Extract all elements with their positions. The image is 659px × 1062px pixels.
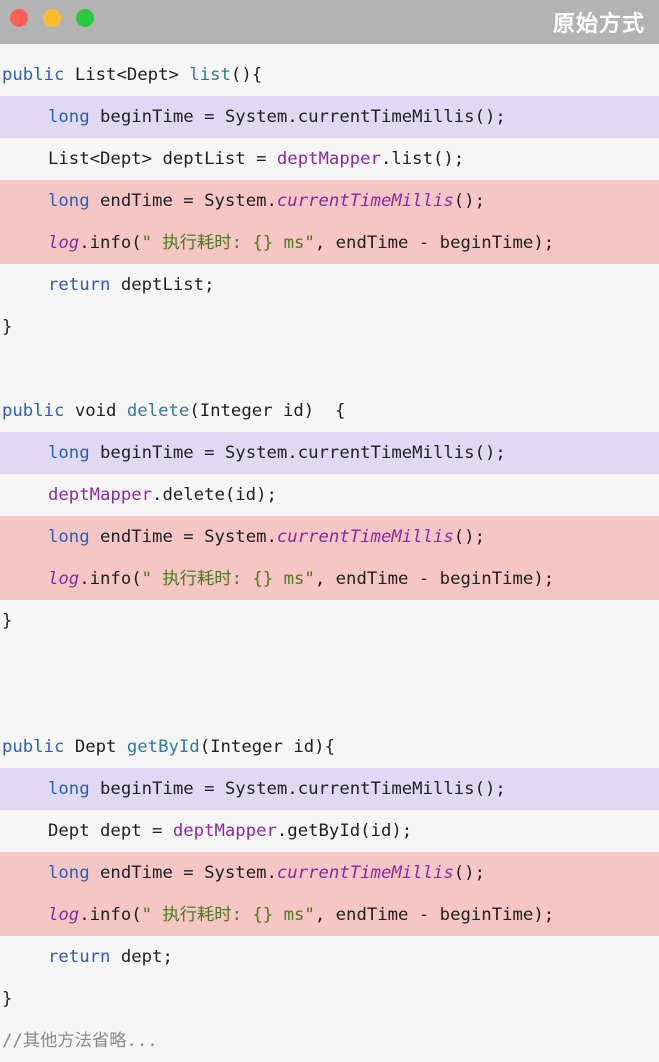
code-line-return: return dept; <box>0 936 659 978</box>
code-text: (); <box>453 863 485 883</box>
code-text: beginTime = System.currentTimeMillis(); <box>89 107 506 127</box>
code-line-begin-time: long beginTime = System.currentTimeMilli… <box>0 96 659 138</box>
title-bar: 原始方式 <box>0 0 659 44</box>
code-line-statement: List<Dept> deptList = deptMapper.list(); <box>0 138 659 180</box>
code-text: endTime = System. <box>89 527 277 547</box>
maximize-button[interactable] <box>76 9 94 27</box>
code-text: .list(); <box>380 149 465 169</box>
window-title: 原始方式 <box>552 12 645 37</box>
keyword: public <box>2 401 65 421</box>
code-line-statement: deptMapper.delete(id); <box>0 474 659 516</box>
code-text: (); <box>453 191 485 211</box>
close-button[interactable] <box>10 9 28 27</box>
code-text: beginTime = System.currentTimeMillis(); <box>89 443 506 463</box>
code-editor: public List<Dept> list(){ long beginTime… <box>0 54 659 1062</box>
string-literal: " 执行耗时: {} ms" <box>141 233 315 253</box>
string-literal: " 执行耗时: {} ms" <box>141 569 315 589</box>
code-line-log: log.info(" 执行耗时: {} ms", endTime - begin… <box>0 222 659 264</box>
static-method: currentTimeMillis <box>276 863 454 883</box>
keyword: public <box>2 65 65 85</box>
return-type: void <box>64 401 127 421</box>
field-reference: deptMapper <box>172 821 277 841</box>
keyword: return <box>48 275 111 295</box>
keyword: public <box>2 737 65 757</box>
code-line-log: log.info(" 执行耗时: {} ms", endTime - begin… <box>0 558 659 600</box>
code-text: .info( <box>79 905 142 925</box>
return-type: List<Dept> <box>64 65 190 85</box>
code-text: .delete(id); <box>152 485 277 505</box>
code-line-log: log.info(" 执行耗时: {} ms", endTime - begin… <box>0 894 659 936</box>
code-line-begin-time: long beginTime = System.currentTimeMilli… <box>0 768 659 810</box>
code-line-end-time: long endTime = System.currentTimeMillis(… <box>0 516 659 558</box>
static-method: currentTimeMillis <box>276 191 454 211</box>
code-text: deptList; <box>110 275 215 295</box>
code-line-statement: Dept dept = deptMapper.getById(id); <box>0 810 659 852</box>
code-text: endTime = System. <box>89 863 277 883</box>
keyword: return <box>48 947 111 967</box>
keyword: long <box>48 527 90 547</box>
return-type: Dept <box>64 737 127 757</box>
code-text: , endTime - beginTime); <box>314 233 555 253</box>
keyword: long <box>48 191 90 211</box>
static-method: currentTimeMillis <box>276 527 454 547</box>
field-reference: deptMapper <box>276 149 381 169</box>
keyword: long <box>48 863 90 883</box>
method-name: delete <box>126 401 190 421</box>
keyword: long <box>48 779 90 799</box>
app-window: 原始方式 public List<Dept> list(){ long begi… <box>0 0 659 1051</box>
code-line-signature: public List<Dept> list(){ <box>0 54 659 96</box>
code-line-begin-time: long beginTime = System.currentTimeMilli… <box>0 432 659 474</box>
code-line-return: return deptList; <box>0 264 659 306</box>
method-name: getById <box>126 737 200 757</box>
code-text: , endTime - beginTime); <box>314 905 555 925</box>
minimize-button[interactable] <box>43 9 61 27</box>
code-line-close: } <box>2 611 13 631</box>
log-variable: log <box>48 233 80 253</box>
log-variable: log <box>48 905 80 925</box>
code-text: , endTime - beginTime); <box>314 569 555 589</box>
code-text: dept; <box>110 947 173 967</box>
code-text: beginTime = System.currentTimeMillis(); <box>89 779 506 799</box>
field-reference: deptMapper <box>48 485 153 505</box>
signature-tail: (Integer id) { <box>189 401 346 421</box>
code-text: Dept dept = <box>48 821 173 841</box>
code-line-signature: public void delete(Integer id) { <box>0 390 659 432</box>
code-text: (); <box>453 527 485 547</box>
code-line-end-time: long endTime = System.currentTimeMillis(… <box>0 852 659 894</box>
method-name: list <box>189 65 231 85</box>
signature-tail: (Integer id){ <box>199 737 335 757</box>
keyword: long <box>48 107 90 127</box>
code-text: .getById(id); <box>276 821 413 841</box>
code-line-signature: public Dept getById(Integer id){ <box>0 726 659 768</box>
code-comment: //其他方法省略... <box>2 1031 158 1051</box>
code-text: List<Dept> deptList = <box>48 149 277 169</box>
code-text: .info( <box>79 233 142 253</box>
code-line-close: } <box>2 317 13 337</box>
code-text: endTime = System. <box>89 191 277 211</box>
keyword: long <box>48 443 90 463</box>
log-variable: log <box>48 569 80 589</box>
code-line-close: } <box>2 989 13 1009</box>
code-line-end-time: long endTime = System.currentTimeMillis(… <box>0 180 659 222</box>
code-text: .info( <box>79 569 142 589</box>
string-literal: " 执行耗时: {} ms" <box>141 905 315 925</box>
signature-tail: (){ <box>230 65 263 85</box>
